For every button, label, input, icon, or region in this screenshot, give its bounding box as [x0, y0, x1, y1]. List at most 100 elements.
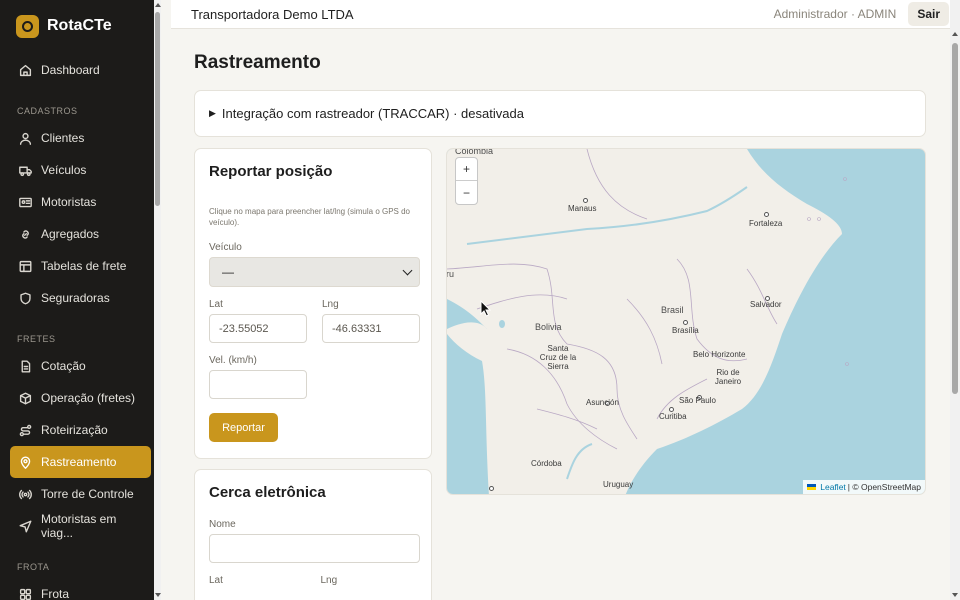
leaflet-link[interactable]: Leaflet: [820, 482, 846, 492]
zoom-in-button[interactable]: +: [456, 158, 477, 181]
geofence-card: Cerca eletrônica Nome Lat Lng: [194, 469, 432, 600]
logo-icon: [16, 14, 39, 38]
sidebar-item-seguradoras[interactable]: Seguradoras: [0, 282, 151, 314]
sidebar-item-cotacao[interactable]: Cotação: [0, 350, 151, 382]
map-label-brasilia: Brasília: [672, 326, 699, 335]
vehicle-select[interactable]: —: [209, 257, 420, 287]
map-label-salvador: Salvador: [750, 300, 782, 309]
section-cadastros: CADASTROS: [17, 106, 78, 116]
navigation-icon: [19, 520, 32, 532]
sidebar-item-frota[interactable]: Frota: [0, 578, 151, 600]
user-icon: [19, 132, 32, 145]
city-dot-fortaleza: [764, 212, 769, 217]
lat-input[interactable]: -23.55052: [209, 314, 307, 343]
section-fretes: FRETES: [17, 334, 56, 344]
brand[interactable]: RotaCTe: [0, 0, 161, 52]
map-label-manaus: Manaus: [568, 204, 597, 213]
grid-icon: [19, 588, 32, 600]
sidebar-item-veiculos[interactable]: Veículos: [0, 154, 151, 186]
continent-land: [447, 149, 842, 494]
geofence-lat-label: Lat: [209, 575, 223, 586]
map-label-fortaleza: Fortaleza: [749, 219, 783, 228]
lng-input[interactable]: -46.63331: [322, 314, 420, 343]
map-label-cordoba: Córdoba: [531, 459, 562, 468]
sidebar-item-tabelas-frete[interactable]: Tabelas de frete: [0, 250, 151, 282]
map-label-sao-paulo: São Paulo: [679, 396, 716, 405]
sidebar-item-label: Seguradoras: [41, 291, 110, 305]
sidebar-item-label: Operação (fretes): [41, 391, 136, 405]
document-icon: [21, 360, 31, 372]
sidebar-item-label: Frota: [41, 587, 70, 600]
topbar: Transportadora Demo LTDA Administrador ·…: [171, 0, 950, 29]
truck-icon: [19, 166, 32, 176]
map-attribution: Leaflet | © OpenStreetMap: [803, 480, 925, 494]
map-label-belo-horizonte: Belo Horizonte: [693, 350, 746, 359]
vehicle-select-value: —: [222, 265, 234, 279]
lat-label: Lat: [209, 299, 223, 310]
sidebar-item-label: Veículos: [41, 163, 87, 177]
main-scrollbar[interactable]: [950, 29, 960, 600]
sidebar-item-label: Motoristas: [41, 195, 97, 209]
map-label-uruguay: Uruguay: [603, 480, 634, 489]
sidebar-item-roteirizacao[interactable]: Roteirização: [0, 414, 151, 446]
disclosure-triangle-icon: ▶: [209, 108, 216, 118]
map-pin-icon: [20, 456, 31, 469]
map-label-asuncion: Asunción: [586, 398, 619, 407]
vehicle-label: Veículo: [209, 242, 242, 253]
route-icon: [19, 424, 32, 436]
top-scroll-track: [950, 0, 960, 29]
sidebar-item-agregados[interactable]: Agregados: [0, 218, 151, 250]
sidebar-item-torre-controle[interactable]: Torre de Controle: [0, 478, 151, 510]
report-hint: Clique no mapa para preencher lat/lng (s…: [209, 207, 410, 227]
shield-icon: [20, 292, 31, 304]
page-title: Rastreamento: [194, 52, 321, 73]
report-title: Reportar posição: [209, 163, 333, 180]
sidebar-item-label: Rastreamento: [41, 455, 117, 469]
section-frota: FROTA: [17, 562, 50, 572]
sidebar-item-label: Motoristas em viag...: [41, 512, 117, 540]
sidebar-item-label: Tabelas de frete: [41, 259, 127, 273]
company-name: Transportadora Demo LTDA: [191, 6, 354, 22]
app-name: RotaCTe: [47, 17, 112, 34]
map-label-santa-cruz: Santa Cruz de la Sierra: [539, 344, 577, 371]
map-label-peru: ru: [446, 269, 455, 279]
sidebar-item-operacao[interactable]: Operação (fretes): [0, 382, 151, 414]
sidebar-scrollbar[interactable]: [154, 0, 161, 600]
geofence-name-label: Nome: [209, 519, 236, 530]
sidebar-item-label: Dashboard: [41, 63, 100, 77]
sidebar-item-clientes[interactable]: Clientes: [0, 122, 151, 154]
speed-label: Vel. (km/h): [209, 355, 257, 366]
sidebar-item-dashboard[interactable]: Dashboard: [0, 54, 151, 86]
map-label-rio: Rio de Janeiro: [714, 368, 742, 386]
sidebar-item-label: Clientes: [41, 131, 85, 145]
sidebar-item-motoristas[interactable]: Motoristas: [0, 186, 151, 218]
lng-label: Lng: [322, 299, 339, 310]
chevron-down-icon: [402, 265, 413, 275]
map-label-bolivia: Bolivia: [535, 322, 562, 332]
city-dot-brasilia: [683, 320, 688, 325]
zoom-control: + −: [455, 157, 478, 205]
logout-button[interactable]: Sair: [908, 2, 949, 26]
integration-label: Integração com rastreador (TRACCAR) · de…: [221, 106, 524, 121]
zoom-out-button[interactable]: −: [456, 181, 477, 204]
city-dot-south: [489, 486, 494, 491]
map-label-curitiba: Curitiba: [659, 412, 687, 421]
home-icon: [19, 64, 32, 76]
tracking-map[interactable]: + − Colombia ru Manaus Fortaleza Brasil …: [446, 148, 926, 495]
city-dot-manaus: [583, 198, 588, 203]
sidebar-item-label: Agregados: [41, 227, 100, 241]
sidebar-item-rastreamento[interactable]: Rastreamento: [10, 446, 151, 478]
integration-toggle[interactable]: ▶ Integração com rastreador (TRACCAR) · …: [194, 90, 926, 137]
mouse-cursor-icon: [480, 300, 491, 317]
geofence-name-input[interactable]: [209, 534, 420, 563]
osm-attribution[interactable]: | © OpenStreetMap: [848, 482, 921, 492]
link-icon: [22, 229, 29, 239]
map-label-colombia: Colombia: [455, 148, 494, 156]
sidebar: RotaCTe Dashboard CADASTROS Clientes Veí…: [0, 0, 161, 600]
sidebar-item-motoristas-viagem[interactable]: Motoristas em viag...: [0, 510, 151, 542]
id-card-icon: [19, 197, 32, 207]
report-button[interactable]: Reportar: [209, 413, 278, 442]
ukraine-flag-icon: [807, 484, 817, 490]
map-label-brasil: Brasil: [661, 305, 684, 315]
speed-input[interactable]: [209, 370, 307, 399]
